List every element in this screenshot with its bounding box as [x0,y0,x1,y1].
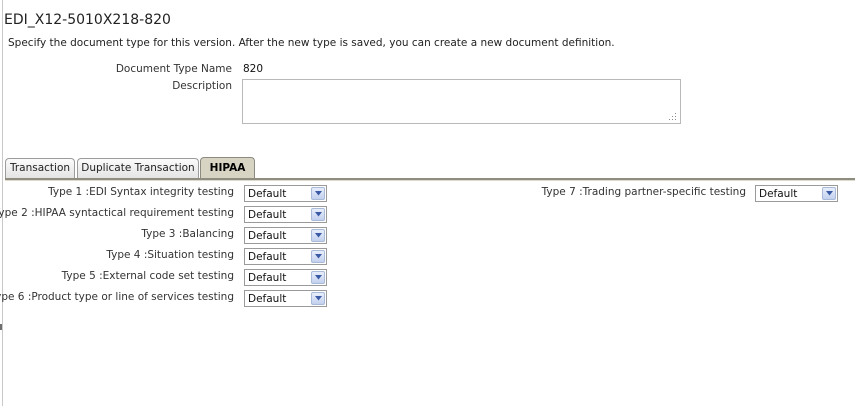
type-2-label: Type 2 :HIPAA syntactical requirement te… [0,207,234,219]
type-6-label: Type 6 :Product type or line of services… [0,291,234,303]
type-2-select-value: Default [248,209,287,221]
tab-divider-shadow [5,180,855,181]
chevron-down-icon[interactable] [311,208,325,221]
description-textarea[interactable] [242,79,681,124]
type-3-select-value: Default [248,230,287,242]
type-4-label: Type 4 :Situation testing [106,249,234,261]
chevron-down-icon[interactable] [311,271,325,284]
type-5-label: Type 5 :External code set testing [61,270,234,282]
left-frame-border [2,0,3,406]
type-6-select-value: Default [248,293,287,305]
chevron-down-icon[interactable] [311,250,325,263]
tab-label: Duplicate Transaction [81,162,195,174]
type-4-select[interactable]: Default [244,248,327,265]
type-4-select-value: Default [248,251,287,263]
tab-transaction[interactable]: Transaction [5,158,75,178]
tab-label: Transaction [9,162,71,174]
tab-hipaa[interactable]: HIPAA [200,157,255,179]
type-3-select[interactable]: Default [244,227,327,244]
type-1-select-value: Default [248,188,287,200]
chevron-down-icon[interactable] [822,187,836,200]
collapse-handle[interactable] [0,324,2,330]
chevron-down-icon[interactable] [311,229,325,242]
tab-label: HIPAA [209,162,246,174]
type-7-select[interactable]: Default [755,185,838,202]
type-7-select-value: Default [759,188,798,200]
page-title: EDI_X12-5010X218-820 [4,12,171,28]
tab-duplicate-transaction[interactable]: Duplicate Transaction [77,158,199,178]
instructions-text: Specify the document type for this versi… [8,37,615,49]
type-7-label: Type 7 :Trading partner-specific testing [541,186,746,198]
chevron-down-icon[interactable] [311,292,325,305]
type-1-label: Type 1 :EDI Syntax integrity testing [48,186,234,198]
type-2-select[interactable]: Default [244,206,327,223]
type-1-select[interactable]: Default [244,185,327,202]
type-5-select-value: Default [248,272,287,284]
description-label: Description [172,80,232,92]
type-6-select[interactable]: Default [244,290,327,307]
chevron-down-icon[interactable] [311,187,325,200]
document-type-name-label: Document Type Name [115,63,232,75]
document-type-name-value: 820 [243,63,264,75]
type-5-select[interactable]: Default [244,269,327,286]
type-3-label: Type 3 :Balancing [141,228,234,240]
